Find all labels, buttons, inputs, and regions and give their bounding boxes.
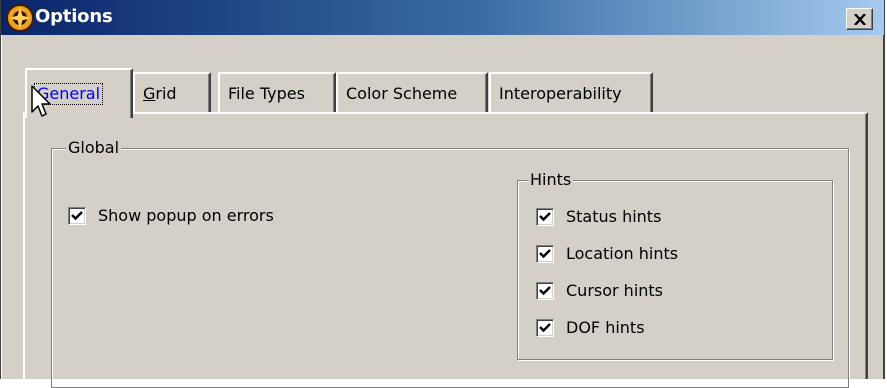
tab-color-scheme-label: Color Scheme xyxy=(346,84,458,103)
show-popup-label: Show popup on errors xyxy=(98,206,274,225)
global-group-title: Global xyxy=(66,138,122,158)
checkmark-icon xyxy=(539,323,551,333)
app-logo-icon xyxy=(5,3,35,33)
tab-color-scheme[interactable]: Color Scheme xyxy=(336,72,488,113)
tab-file-types[interactable]: File Types xyxy=(218,72,336,113)
hints-group: Hints Status hints Location hints Cursor… xyxy=(517,170,833,360)
status-hints-label: Status hints xyxy=(566,207,662,226)
dof-hints-label: DOF hints xyxy=(566,318,645,337)
dof-hints-checkbox[interactable]: DOF hints xyxy=(536,317,796,339)
cursor-hints-label: Cursor hints xyxy=(566,281,664,300)
tab-grid[interactable]: Grid xyxy=(133,72,211,113)
mouse-pointer-icon xyxy=(31,85,53,123)
tab-interoperability-label: Interoperability xyxy=(499,84,622,103)
cursor-hints-checkbox-box[interactable] xyxy=(536,282,554,300)
checkmark-icon xyxy=(539,212,551,222)
hints-group-title: Hints xyxy=(528,170,574,190)
global-group: Global Show popup on errors Hints Status… xyxy=(51,138,849,388)
show-popup-checkbox[interactable]: Show popup on errors xyxy=(68,205,328,227)
options-dialog: Options General Grid File Types Color Sc… xyxy=(0,0,885,388)
location-hints-checkbox-box[interactable] xyxy=(536,245,554,263)
tab-file-types-label: File Types xyxy=(228,84,305,103)
title-bar[interactable]: Options xyxy=(1,0,884,35)
dof-hints-checkbox-box[interactable] xyxy=(536,319,554,337)
location-hints-checkbox[interactable]: Location hints xyxy=(536,243,796,265)
tab-interoperability[interactable]: Interoperability xyxy=(489,72,653,113)
tab-grid-mnemonic: G xyxy=(143,84,156,103)
status-hints-checkbox-box[interactable] xyxy=(536,208,554,226)
show-popup-checkbox-box[interactable] xyxy=(68,207,86,225)
close-button[interactable] xyxy=(846,8,873,30)
cursor-hints-checkbox[interactable]: Cursor hints xyxy=(536,280,796,302)
window-title: Options xyxy=(35,6,113,27)
general-tab-panel: Global Show popup on errors Hints Status… xyxy=(23,112,868,388)
location-hints-label: Location hints xyxy=(566,244,679,263)
checkmark-icon xyxy=(71,211,83,221)
checkmark-icon xyxy=(539,249,551,259)
tab-grid-label-rest: rid xyxy=(155,84,177,103)
status-hints-checkbox[interactable]: Status hints xyxy=(536,206,796,228)
checkmark-icon xyxy=(539,286,551,296)
